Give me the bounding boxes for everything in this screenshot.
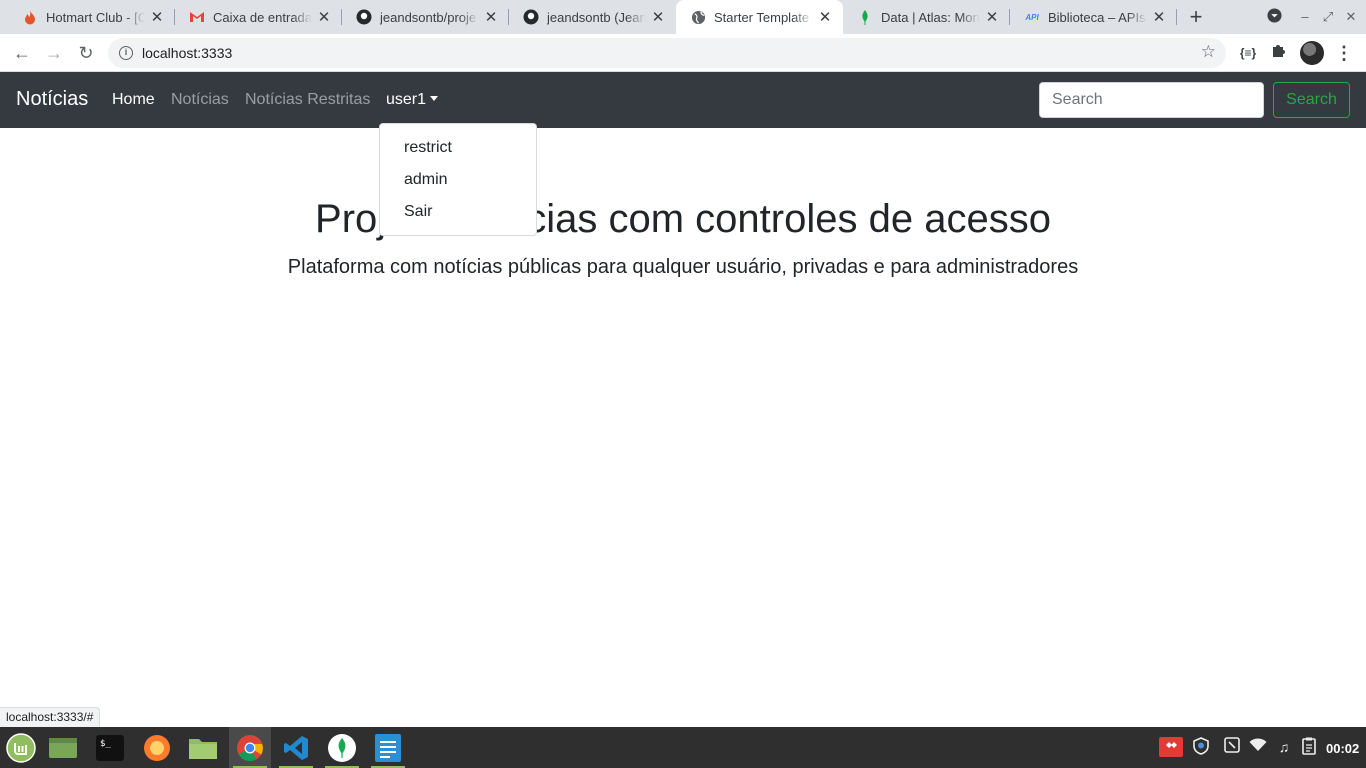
search-input[interactable] — [1039, 82, 1264, 118]
reload-icon[interactable]: ↻ — [74, 41, 98, 65]
nav-link-home[interactable]: Home — [112, 91, 155, 109]
browser-tab[interactable]: Data | Atlas: Mon ✕ — [843, 0, 1010, 34]
user-dropdown-menu: restrict admin Sair — [379, 123, 537, 236]
tab-title: jeandsontb/proje — [380, 9, 477, 25]
tab-title: Caixa de entrada — [213, 9, 312, 25]
bookmark-star-icon[interactable]: ☆ — [1201, 42, 1216, 62]
browser-tab-active[interactable]: Starter Template ✕ — [676, 0, 843, 34]
dropdown-item-restrict[interactable]: restrict — [380, 132, 536, 164]
link-status-bubble: localhost:3333/# — [0, 707, 101, 727]
close-window-icon[interactable]: ✕ — [1342, 8, 1360, 26]
tab-title: Biblioteca – APIs — [1048, 9, 1146, 25]
user-menu-label: user1 — [386, 91, 427, 108]
mongodb-compass-icon[interactable] — [321, 727, 363, 768]
text-document-icon[interactable] — [367, 727, 409, 768]
browser-tab-strip: Hotmart Club - [C ✕ Caixa de entrada ✕ j… — [0, 0, 1366, 34]
page-title: Projeto Notícias com controles de acesso — [315, 197, 1051, 241]
api-icon: API — [1025, 12, 1039, 22]
search-button[interactable]: Search — [1273, 82, 1350, 118]
clipboard-icon[interactable] — [1299, 737, 1319, 757]
gmail-icon — [189, 9, 205, 25]
restore-icon[interactable]: ⤢ — [1319, 8, 1337, 26]
browser-menu-icon[interactable]: ⋮ — [1333, 42, 1355, 64]
browser-tab[interactable]: jeandsontb (Jean ✕ — [509, 0, 676, 34]
forward-arrow-icon[interactable]: → — [42, 41, 66, 65]
page-lead: Plataforma com notícias públicas para qu… — [287, 256, 1079, 278]
flame-icon — [22, 9, 38, 25]
browser-tab[interactable]: jeandsontb/proje ✕ — [342, 0, 509, 34]
back-arrow-icon[interactable]: ← — [10, 41, 34, 65]
minimize-icon[interactable]: – — [1296, 8, 1314, 26]
chrome-icon[interactable] — [229, 727, 271, 768]
firefox-icon[interactable] — [136, 727, 178, 768]
browser-tab[interactable]: Hotmart Club - [C ✕ — [8, 0, 175, 34]
os-taskbar: $_ ♫ 00:02 — [0, 727, 1366, 768]
tab-title: Starter Template — [714, 9, 810, 25]
json-viewer-extension-icon[interactable]: {≡} — [1237, 42, 1259, 64]
tab-search-icon[interactable] — [1265, 8, 1283, 26]
wifi-icon[interactable] — [1248, 737, 1268, 757]
address-bar[interactable]: i localhost:3333 ☆ — [108, 38, 1226, 68]
clock[interactable]: 00:02 — [1326, 741, 1359, 756]
anydesk-icon[interactable] — [1159, 737, 1183, 757]
dropdown-item-admin[interactable]: admin — [380, 164, 536, 196]
mint-menu-icon[interactable] — [0, 727, 42, 768]
github-icon — [356, 9, 372, 25]
close-tab-icon[interactable]: ✕ — [650, 8, 666, 26]
close-tab-icon[interactable]: ✕ — [149, 8, 165, 26]
profile-avatar[interactable] — [1300, 41, 1324, 65]
tab-title: Hotmart Club - [C — [46, 9, 145, 25]
site-info-icon[interactable]: i — [119, 46, 133, 60]
terminal-icon[interactable]: $_ — [89, 727, 131, 768]
globe-icon — [690, 9, 706, 25]
extensions-puzzle-icon[interactable] — [1268, 42, 1290, 64]
mongodb-leaf-icon — [857, 9, 873, 25]
github-icon — [523, 9, 539, 25]
screenshot-tool-icon[interactable] — [1222, 737, 1242, 757]
user-dropdown-toggle[interactable]: user1 — [386, 91, 439, 109]
vscode-icon[interactable] — [275, 727, 317, 768]
close-tab-icon[interactable]: ✕ — [483, 8, 499, 26]
files-folder-icon[interactable] — [182, 727, 224, 768]
navbar-brand[interactable]: Notícias — [16, 88, 88, 111]
close-tab-icon[interactable]: ✕ — [984, 8, 1000, 26]
close-tab-icon[interactable]: ✕ — [817, 8, 833, 26]
new-tab-icon[interactable]: + — [1185, 6, 1207, 28]
tab-title: jeandsontb (Jean — [547, 9, 646, 25]
url-text: localhost:3333 — [142, 45, 233, 61]
browser-tab[interactable]: API Biblioteca – APIs ✕ — [1010, 0, 1177, 34]
tab-title: Data | Atlas: Mon — [881, 9, 980, 25]
dropdown-item-sair[interactable]: Sair — [380, 196, 536, 228]
svg-text:$_: $_ — [100, 739, 111, 749]
browser-tab[interactable]: Caixa de entrada ✕ — [175, 0, 342, 34]
show-desktop-icon[interactable] — [42, 727, 84, 768]
nav-link-noticias-restritas[interactable]: Notícias Restritas — [245, 91, 370, 109]
nav-link-noticias[interactable]: Notícias — [171, 91, 229, 109]
shield-update-icon[interactable] — [1191, 737, 1211, 757]
caret-down-icon — [430, 96, 439, 101]
close-tab-icon[interactable]: ✕ — [1151, 8, 1167, 26]
sound-music-icon[interactable]: ♫ — [1274, 737, 1294, 757]
site-navbar: Notícias Home Notícias Notícias Restrita… — [0, 72, 1366, 128]
browser-toolbar: ← → ↻ i localhost:3333 ☆ {≡} ⋮ — [0, 34, 1366, 72]
close-tab-icon[interactable]: ✕ — [316, 8, 332, 26]
